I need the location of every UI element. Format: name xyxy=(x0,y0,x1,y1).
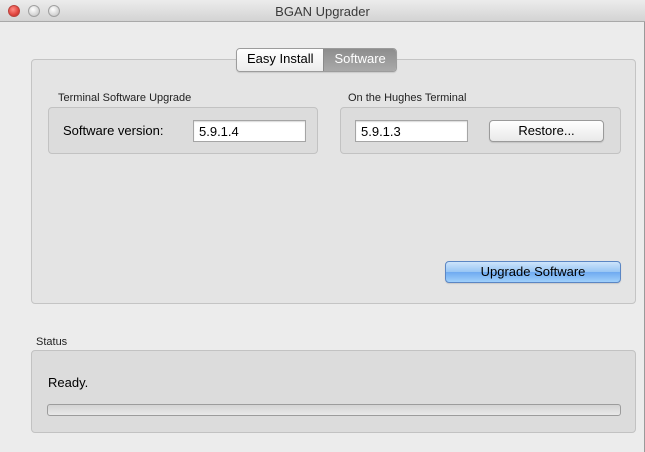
tab-bar: Easy Install Software xyxy=(236,48,397,72)
window-title: BGAN Upgrader xyxy=(275,4,370,19)
terminal-software-upgrade-group: Software version: 5.9.1.4 xyxy=(48,107,318,154)
terminal-software-upgrade-label: Terminal Software Upgrade xyxy=(58,92,192,104)
software-version-field[interactable]: 5.9.1.4 xyxy=(193,120,306,142)
software-version-label: Software version: xyxy=(63,123,164,138)
tab-easy-install[interactable]: Easy Install xyxy=(237,49,324,71)
upgrade-software-button[interactable]: Upgrade Software xyxy=(445,261,621,283)
upgrade-progress-bar xyxy=(47,404,621,416)
status-text: Ready. xyxy=(48,375,89,390)
terminal-version-field[interactable]: 5.9.1.3 xyxy=(355,120,468,142)
status-label: Status xyxy=(36,336,68,348)
title-bar[interactable]: BGAN Upgrader xyxy=(0,0,645,22)
status-group: Ready. xyxy=(31,350,636,433)
restore-button[interactable]: Restore... xyxy=(489,120,604,142)
hughes-terminal-label: On the Hughes Terminal xyxy=(348,92,467,104)
tab-software[interactable]: Software xyxy=(323,49,396,71)
app-window: BGAN Upgrader Easy Install Software Term… xyxy=(0,0,645,452)
hughes-terminal-group: 5.9.1.3 Restore... xyxy=(340,107,621,154)
